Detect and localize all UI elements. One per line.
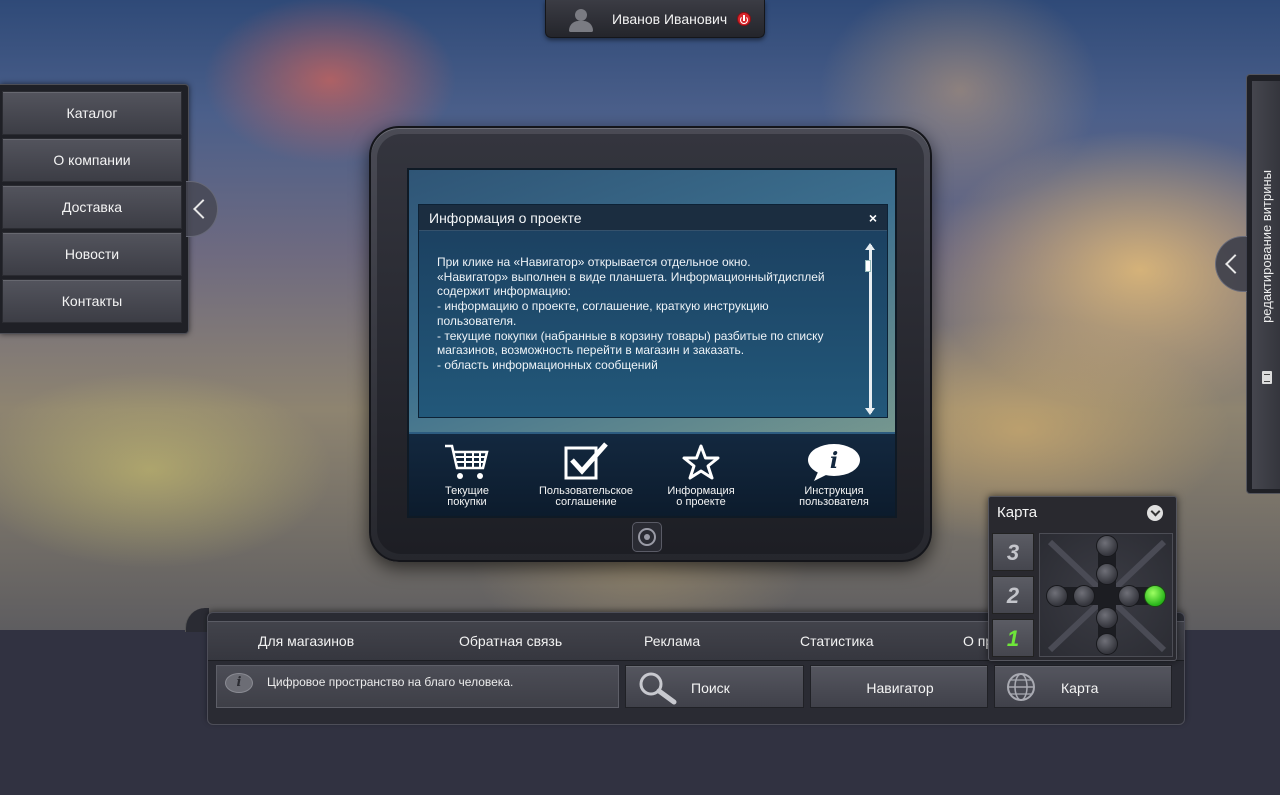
chevron-down-icon[interactable] — [1147, 505, 1163, 521]
info-line: магазинов, возможность перейти в магазин… — [437, 343, 745, 358]
menu-item-news[interactable]: Новости — [2, 232, 182, 276]
tablet-dock: Текущие покупки Пользовательское соглаше… — [409, 432, 895, 516]
navigator-button[interactable]: Навигатор — [810, 665, 988, 708]
menu-item-catalog[interactable]: Каталог — [2, 91, 182, 135]
map-widget-title: Карта — [997, 504, 1038, 521]
home-target-icon — [638, 528, 656, 546]
floor-3-button[interactable]: 3 — [992, 533, 1034, 571]
info-line: содержит информацию: — [437, 284, 571, 299]
map-button[interactable]: Карта — [994, 665, 1172, 708]
showcase-edit-label: редактирование витрины — [1259, 169, 1274, 323]
floor-1-button[interactable]: 1 — [992, 619, 1034, 657]
menu-item-contacts[interactable]: Контакты — [2, 279, 182, 323]
tablet-screen: Информация о проекте × При клике на «Нав… — [407, 168, 897, 518]
scrollbar-thumb[interactable] — [865, 260, 871, 272]
info-window-title: Информация о проекте — [429, 209, 582, 226]
user-avatar-icon[interactable] — [566, 6, 596, 32]
info-line: - текущие покупки (набранные в корзину т… — [437, 328, 824, 343]
menu-item-label: Каталог — [66, 105, 118, 121]
close-icon[interactable]: × — [869, 210, 877, 226]
menu-item-label: Доставка — [61, 199, 123, 215]
menu-item-delivery[interactable]: Доставка — [2, 185, 182, 229]
info-line: При клике на «Навигатор» открывается отд… — [437, 255, 751, 269]
dock-item-label: пользователя — [799, 496, 869, 508]
dock-item-current-purchases[interactable]: Текущие покупки — [412, 442, 522, 508]
svg-text:i: i — [830, 448, 838, 474]
dock-item-label: соглашение — [555, 496, 617, 508]
map-pan-down[interactable] — [1096, 607, 1118, 629]
dock-item-label: покупки — [447, 496, 487, 508]
user-name[interactable]: Иванов Иванович — [612, 11, 727, 27]
map-widget: Карта 3 2 1 — [988, 496, 1177, 661]
map-pan-left[interactable] — [1073, 585, 1095, 607]
cart-icon — [445, 444, 489, 479]
chevron-left-icon — [193, 199, 213, 219]
dock-item-user-instructions[interactable]: i Инструкция пользователя — [779, 442, 889, 508]
star-icon — [682, 444, 720, 480]
globe-icon — [1007, 673, 1035, 701]
map-pan-left-far[interactable] — [1046, 585, 1068, 607]
menu-item-label: О компании — [53, 152, 131, 168]
chevron-left-icon — [1225, 254, 1245, 274]
nav-link-advertising[interactable]: Реклама — [644, 633, 700, 649]
user-bar: Иванов Иванович — [545, 0, 765, 38]
logout-power-icon[interactable] — [737, 11, 752, 26]
message-text: Цифровое пространство на благо человека. — [267, 675, 514, 689]
dock-item-user-agreement[interactable]: Пользовательское соглашение — [531, 442, 641, 508]
map-joystick — [1039, 533, 1173, 657]
map-pan-up-far[interactable] — [1096, 535, 1118, 557]
info-window: Информация о проекте × При клике на «Нав… — [418, 204, 888, 418]
message-area: Цифровое пространство на благо человека. — [216, 665, 619, 708]
dock-item-project-info[interactable]: Информация о проекте — [646, 442, 756, 508]
checkbox-icon — [564, 442, 608, 480]
search-button-label: Поиск — [691, 680, 730, 696]
map-button-label: Карта — [1061, 680, 1099, 696]
info-bubble-icon: i — [808, 444, 860, 481]
left-menu: Каталог О компании Доставка Новости Конт… — [0, 84, 189, 334]
info-line: - информацию о проекте, соглашение, крат… — [437, 299, 769, 314]
floor-2-button[interactable]: 2 — [992, 576, 1034, 614]
menu-item-label: Контакты — [61, 293, 123, 309]
map-pan-right[interactable] — [1118, 585, 1140, 607]
nav-link-statistics[interactable]: Статистика — [800, 633, 874, 649]
map-pan-up[interactable] — [1096, 563, 1118, 585]
showcase-edit-panel[interactable]: редактирование витрины — [1246, 74, 1280, 494]
info-bubble-icon — [225, 673, 253, 693]
map-pan-down-far[interactable] — [1096, 633, 1118, 655]
search-icon — [639, 672, 677, 705]
dock-item-label: о проекте — [676, 496, 726, 508]
map-position-indicator[interactable] — [1144, 585, 1166, 607]
navigator-button-label: Навигатор — [866, 680, 934, 696]
nav-link-for-shops[interactable]: Для магазинов — [258, 633, 354, 649]
info-line: пользователя. — [437, 313, 517, 328]
menu-item-label: Новости — [64, 246, 120, 262]
info-line: «Навигатор» выполнен в виде планшета. Ин… — [437, 269, 825, 284]
navigator-tablet: Информация о проекте × При клике на «Нав… — [369, 126, 932, 562]
search-button[interactable]: Поиск — [625, 665, 804, 708]
nav-link-feedback[interactable]: Обратная связь — [459, 633, 562, 649]
info-window-text: При клике на «Навигатор» открывается отд… — [437, 255, 847, 373]
info-line: - область информационных сообщений — [437, 357, 658, 372]
tablet-home-button[interactable] — [632, 522, 662, 552]
menu-item-about[interactable]: О компании — [2, 138, 182, 182]
document-icon — [1262, 371, 1272, 384]
